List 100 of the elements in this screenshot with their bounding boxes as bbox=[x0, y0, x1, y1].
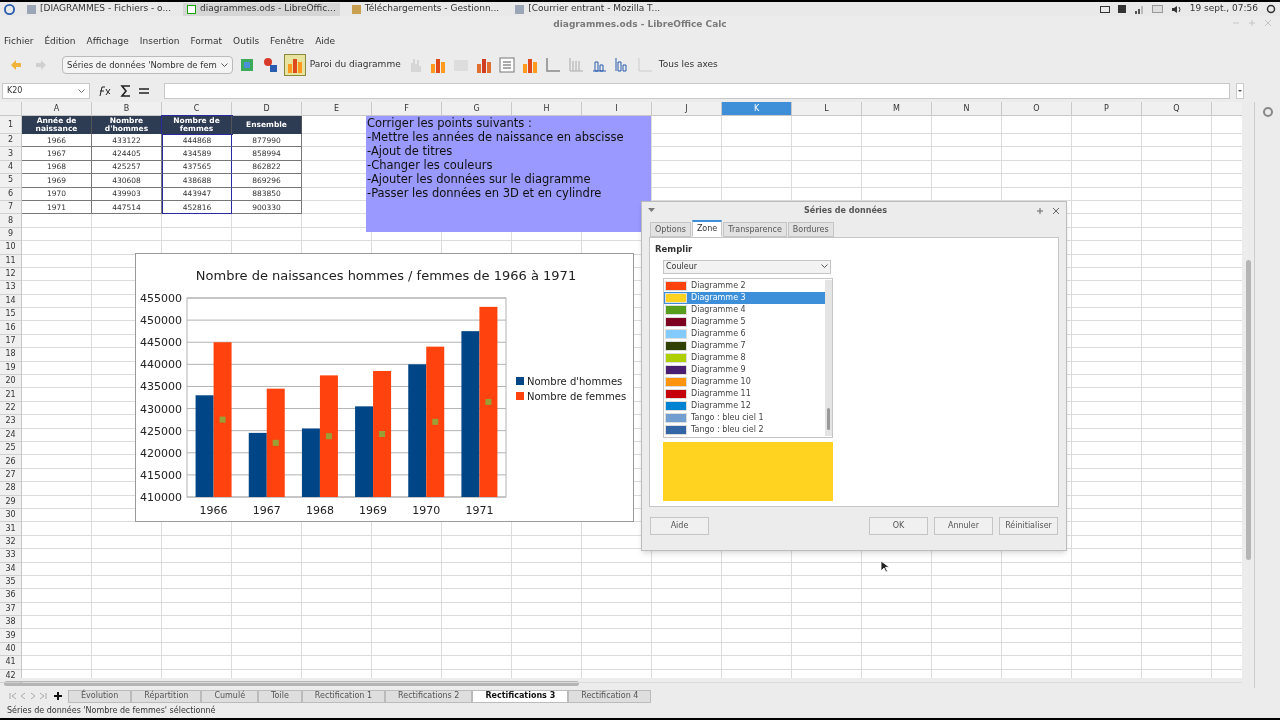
row-header[interactable]: 12 bbox=[0, 267, 21, 282]
menu-item[interactable]: Affichage bbox=[86, 35, 129, 49]
maximize-icon[interactable] bbox=[1248, 19, 1256, 27]
color-item[interactable]: Diagramme 6 bbox=[664, 327, 825, 340]
first-sheet-icon[interactable] bbox=[8, 692, 18, 700]
menu-item[interactable]: Fichier bbox=[4, 35, 34, 49]
dialog-button[interactable]: Annuler bbox=[934, 517, 993, 535]
sheet-tab[interactable]: Rectifications 2 bbox=[385, 689, 473, 703]
row-header[interactable]: 21 bbox=[0, 388, 21, 402]
color-item[interactable]: Diagramme 7 bbox=[664, 339, 825, 352]
selection-handle[interactable] bbox=[432, 418, 439, 425]
row-header[interactable]: 11 bbox=[0, 254, 21, 268]
color-item[interactable]: Diagramme 11 bbox=[664, 387, 825, 400]
axis-icon[interactable] bbox=[543, 56, 562, 74]
selection-handle[interactable] bbox=[272, 439, 279, 446]
name-box[interactable]: K20 bbox=[2, 83, 90, 99]
row-header[interactable]: 3 bbox=[0, 147, 21, 161]
row-header[interactable]: 40 bbox=[0, 642, 21, 657]
row-header[interactable]: 13 bbox=[0, 281, 21, 295]
row-header[interactable]: 27 bbox=[0, 468, 21, 483]
row-header[interactable]: 36 bbox=[0, 589, 21, 603]
grid-icon[interactable] bbox=[566, 56, 585, 74]
selection-handle[interactable] bbox=[379, 431, 386, 437]
color-item[interactable]: Diagramme 5 bbox=[664, 315, 825, 328]
vertical-scrollbar[interactable] bbox=[1245, 260, 1251, 560]
fill-type-dropdown[interactable]: Couleur bbox=[663, 259, 831, 274]
row-header[interactable]: 28 bbox=[0, 482, 21, 496]
row-header[interactable]: 17 bbox=[0, 334, 21, 349]
chart-type-icon[interactable] bbox=[428, 56, 447, 74]
chart-element-dropdown[interactable]: Séries de données 'Nombre de fem bbox=[62, 56, 233, 74]
sheet-tab[interactable]: Rectification 4 bbox=[568, 689, 652, 703]
menu-item[interactable]: Insertion bbox=[139, 35, 180, 49]
row-header[interactable]: 1 bbox=[0, 116, 21, 134]
row-header[interactable]: 33 bbox=[0, 549, 21, 563]
dialog-tab[interactable]: Transparence bbox=[723, 222, 787, 237]
color-item[interactable]: Diagramme 12 bbox=[664, 399, 825, 412]
column-header[interactable]: G bbox=[442, 102, 512, 115]
column-header[interactable]: L bbox=[792, 102, 862, 115]
row-header[interactable]: 32 bbox=[0, 535, 21, 550]
row-header[interactable]: 5 bbox=[0, 174, 21, 188]
selection-handle[interactable] bbox=[219, 416, 226, 423]
row-header[interactable]: 19 bbox=[0, 361, 21, 376]
color-item[interactable]: Diagramme 10 bbox=[664, 375, 825, 388]
row-header[interactable]: 34 bbox=[0, 562, 21, 576]
expand-icon[interactable] bbox=[1236, 83, 1244, 99]
chart-wall-button[interactable]: Paroi du diagramme bbox=[283, 54, 401, 76]
color-item[interactable]: Diagramme 9 bbox=[664, 363, 825, 376]
row-header[interactable]: 24 bbox=[0, 428, 21, 442]
color-item[interactable]: Tango : bleu ciel 2 bbox=[664, 423, 825, 436]
sheet-tab[interactable]: Répartition bbox=[131, 689, 202, 703]
row-header[interactable]: 29 bbox=[0, 495, 21, 509]
column-header[interactable]: A bbox=[22, 102, 92, 115]
sheet-tab[interactable]: Rectifications 3 bbox=[472, 689, 569, 703]
close-icon[interactable] bbox=[1052, 206, 1060, 215]
row-header[interactable]: 9 bbox=[0, 227, 21, 242]
dialog-button[interactable]: Réinitialiser bbox=[999, 517, 1058, 535]
dialog-button[interactable]: Aide bbox=[650, 517, 709, 535]
maximize-icon[interactable] bbox=[1036, 206, 1044, 215]
color-item[interactable]: Diagramme 8 bbox=[664, 351, 825, 364]
row-header[interactable]: 6 bbox=[0, 187, 21, 201]
dialog-tab[interactable]: Zone bbox=[691, 220, 723, 237]
dialog-tab[interactable]: Options bbox=[650, 222, 691, 237]
last-sheet-icon[interactable] bbox=[38, 692, 48, 700]
row-header[interactable]: 16 bbox=[0, 321, 21, 335]
refresh-icon[interactable] bbox=[1266, 4, 1276, 14]
column-header[interactable]: F bbox=[372, 102, 442, 115]
menu-item[interactable]: Outils bbox=[233, 35, 260, 49]
chart-frame[interactable]: Nombre de naissances hommes / femmes de 1966 à 1971 410000 415000 420000 425000 430000 435000 440000 445000 450000 455000 1966 1967 1968 1969 1970 1971 Nombre d'hommes Nombre de femmes bbox=[135, 253, 634, 522]
start-menu-icon[interactable] bbox=[4, 3, 15, 15]
row-header[interactable]: 2 bbox=[0, 134, 21, 148]
column-header[interactable]: N bbox=[932, 102, 1002, 115]
row-header[interactable]: 30 bbox=[0, 508, 21, 523]
row-header[interactable]: 7 bbox=[0, 200, 21, 215]
dialog-tab[interactable]: Bordures bbox=[787, 222, 834, 237]
sidebar-settings-icon[interactable] bbox=[1261, 106, 1274, 118]
menu-item[interactable]: Format bbox=[190, 35, 223, 49]
column-header[interactable]: P bbox=[1072, 102, 1142, 115]
column-header[interactable]: Q bbox=[1142, 102, 1212, 115]
menu-item[interactable]: Édition bbox=[44, 35, 76, 49]
row-header[interactable]: 26 bbox=[0, 455, 21, 469]
row-header[interactable]: 41 bbox=[0, 656, 21, 670]
column-header[interactable]: H bbox=[512, 102, 582, 115]
column-header[interactable]: O bbox=[1002, 102, 1072, 115]
row-header[interactable]: 8 bbox=[0, 214, 21, 228]
row-header[interactable]: 20 bbox=[0, 375, 21, 389]
column-header[interactable]: I bbox=[582, 102, 652, 115]
row-header[interactable]: 23 bbox=[0, 415, 21, 429]
selection-handle[interactable] bbox=[485, 398, 492, 405]
horizontal-scrollbar[interactable] bbox=[4, 680, 579, 686]
row-header[interactable]: 25 bbox=[0, 442, 21, 456]
row-header[interactable]: 22 bbox=[0, 401, 21, 416]
dialog-button[interactable]: OK bbox=[869, 517, 928, 535]
sheet-tab[interactable]: Cumulé bbox=[201, 689, 259, 703]
row-header[interactable]: 39 bbox=[0, 629, 21, 643]
menu-item[interactable]: Aide bbox=[315, 35, 336, 49]
formula-input[interactable] bbox=[164, 83, 1230, 99]
row-header[interactable]: 14 bbox=[0, 294, 21, 309]
row-header[interactable]: 37 bbox=[0, 602, 21, 617]
chart-title-icon[interactable] bbox=[474, 56, 493, 74]
all-axes-label[interactable]: Tous les axes bbox=[658, 58, 718, 72]
